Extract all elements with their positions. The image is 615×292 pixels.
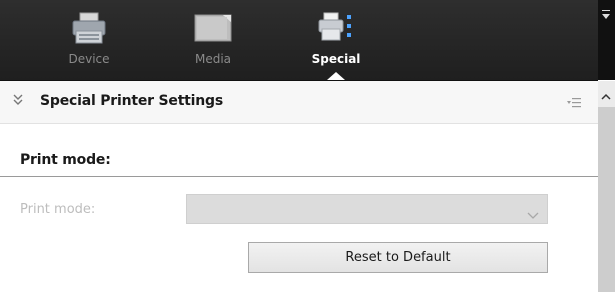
special-settings-icon xyxy=(318,12,354,46)
print-mode-label: Print mode: xyxy=(20,202,96,217)
selected-tab-indicator xyxy=(327,72,345,80)
tab-device-label: Device xyxy=(68,52,110,66)
group-divider xyxy=(0,176,598,177)
collapse-chevron-icon[interactable] xyxy=(12,93,26,109)
vertical-scrollbar[interactable] xyxy=(598,81,615,292)
tab-media[interactable]: Media xyxy=(178,0,248,80)
tab-special-label: Special xyxy=(311,52,361,66)
section-title: Special Printer Settings xyxy=(40,93,223,109)
top-toolbar: Device Media Special xyxy=(0,0,598,81)
tab-media-label: Media xyxy=(194,52,232,66)
toolbar-overflow-button[interactable] xyxy=(598,0,615,80)
scroll-up-icon[interactable] xyxy=(601,87,611,100)
tab-device[interactable]: Device xyxy=(54,0,124,80)
media-icon xyxy=(193,12,233,48)
chevron-down-icon xyxy=(527,205,539,219)
print-mode-select[interactable] xyxy=(186,194,548,224)
dropdown-arrow-icon xyxy=(602,14,610,19)
reset-to-default-button[interactable]: Reset to Default xyxy=(248,242,548,273)
print-mode-group-title: Print mode: xyxy=(20,152,111,168)
section-header[interactable]: Special Printer Settings xyxy=(0,81,598,124)
scrollbar-thumb[interactable] xyxy=(598,107,615,292)
tab-special[interactable]: Special xyxy=(301,0,371,80)
printer-icon xyxy=(71,12,107,50)
section-menu-icon[interactable] xyxy=(567,95,581,109)
overflow-bar-icon xyxy=(602,10,610,11)
